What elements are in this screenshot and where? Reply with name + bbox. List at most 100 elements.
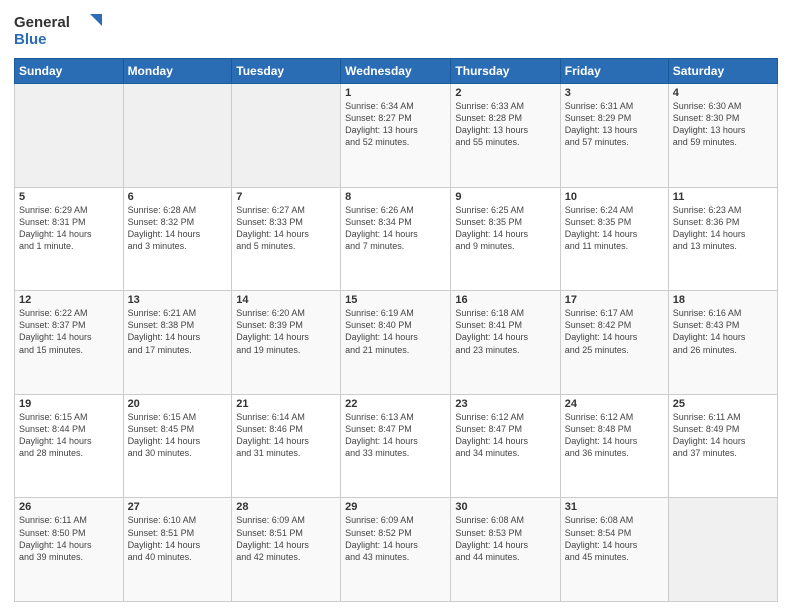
- calendar-cell: [123, 84, 232, 188]
- calendar-cell: 12Sunrise: 6:22 AM Sunset: 8:37 PM Dayli…: [15, 291, 124, 395]
- calendar-cell: 2Sunrise: 6:33 AM Sunset: 8:28 PM Daylig…: [451, 84, 560, 188]
- day-number: 2: [455, 87, 555, 99]
- calendar-cell: 11Sunrise: 6:23 AM Sunset: 8:36 PM Dayli…: [668, 187, 777, 291]
- calendar-cell: 4Sunrise: 6:30 AM Sunset: 8:30 PM Daylig…: [668, 84, 777, 188]
- calendar-cell: 10Sunrise: 6:24 AM Sunset: 8:35 PM Dayli…: [560, 187, 668, 291]
- day-number: 10: [565, 191, 664, 203]
- week-row-1: 5Sunrise: 6:29 AM Sunset: 8:31 PM Daylig…: [15, 187, 778, 291]
- day-number: 26: [19, 501, 119, 513]
- day-number: 3: [565, 87, 664, 99]
- day-number: 30: [455, 501, 555, 513]
- day-info: Sunrise: 6:09 AM Sunset: 8:52 PM Dayligh…: [345, 514, 446, 563]
- day-info: Sunrise: 6:24 AM Sunset: 8:35 PM Dayligh…: [565, 204, 664, 253]
- calendar-cell: 6Sunrise: 6:28 AM Sunset: 8:32 PM Daylig…: [123, 187, 232, 291]
- day-number: 7: [236, 191, 336, 203]
- svg-text:Blue: Blue: [14, 31, 47, 48]
- day-info: Sunrise: 6:15 AM Sunset: 8:44 PM Dayligh…: [19, 411, 119, 460]
- calendar-cell: 28Sunrise: 6:09 AM Sunset: 8:51 PM Dayli…: [232, 498, 341, 602]
- day-number: 20: [128, 398, 228, 410]
- calendar-cell: 18Sunrise: 6:16 AM Sunset: 8:43 PM Dayli…: [668, 291, 777, 395]
- calendar-cell: 25Sunrise: 6:11 AM Sunset: 8:49 PM Dayli…: [668, 394, 777, 498]
- day-number: 1: [345, 87, 446, 99]
- day-info: Sunrise: 6:12 AM Sunset: 8:48 PM Dayligh…: [565, 411, 664, 460]
- weekday-thursday: Thursday: [451, 59, 560, 84]
- day-number: 21: [236, 398, 336, 410]
- calendar-cell: 3Sunrise: 6:31 AM Sunset: 8:29 PM Daylig…: [560, 84, 668, 188]
- calendar-cell: 27Sunrise: 6:10 AM Sunset: 8:51 PM Dayli…: [123, 498, 232, 602]
- day-info: Sunrise: 6:13 AM Sunset: 8:47 PM Dayligh…: [345, 411, 446, 460]
- weekday-saturday: Saturday: [668, 59, 777, 84]
- calendar-cell: [668, 498, 777, 602]
- day-number: 25: [673, 398, 773, 410]
- weekday-wednesday: Wednesday: [341, 59, 451, 84]
- svg-text:General: General: [14, 14, 70, 31]
- day-info: Sunrise: 6:26 AM Sunset: 8:34 PM Dayligh…: [345, 204, 446, 253]
- calendar-cell: 19Sunrise: 6:15 AM Sunset: 8:44 PM Dayli…: [15, 394, 124, 498]
- day-info: Sunrise: 6:34 AM Sunset: 8:27 PM Dayligh…: [345, 100, 446, 149]
- day-number: 11: [673, 191, 773, 203]
- day-number: 28: [236, 501, 336, 513]
- logo-icon: General Blue: [14, 10, 104, 50]
- day-number: 12: [19, 294, 119, 306]
- day-info: Sunrise: 6:18 AM Sunset: 8:41 PM Dayligh…: [455, 307, 555, 356]
- calendar-cell: 9Sunrise: 6:25 AM Sunset: 8:35 PM Daylig…: [451, 187, 560, 291]
- day-info: Sunrise: 6:10 AM Sunset: 8:51 PM Dayligh…: [128, 514, 228, 563]
- week-row-4: 26Sunrise: 6:11 AM Sunset: 8:50 PM Dayli…: [15, 498, 778, 602]
- day-number: 13: [128, 294, 228, 306]
- day-info: Sunrise: 6:21 AM Sunset: 8:38 PM Dayligh…: [128, 307, 228, 356]
- calendar-cell: [15, 84, 124, 188]
- day-info: Sunrise: 6:30 AM Sunset: 8:30 PM Dayligh…: [673, 100, 773, 149]
- calendar-cell: 16Sunrise: 6:18 AM Sunset: 8:41 PM Dayli…: [451, 291, 560, 395]
- calendar-cell: 31Sunrise: 6:08 AM Sunset: 8:54 PM Dayli…: [560, 498, 668, 602]
- day-number: 17: [565, 294, 664, 306]
- calendar-cell: 8Sunrise: 6:26 AM Sunset: 8:34 PM Daylig…: [341, 187, 451, 291]
- calendar-cell: 29Sunrise: 6:09 AM Sunset: 8:52 PM Dayli…: [341, 498, 451, 602]
- day-info: Sunrise: 6:17 AM Sunset: 8:42 PM Dayligh…: [565, 307, 664, 356]
- calendar-cell: [232, 84, 341, 188]
- calendar-cell: 26Sunrise: 6:11 AM Sunset: 8:50 PM Dayli…: [15, 498, 124, 602]
- day-number: 16: [455, 294, 555, 306]
- calendar-cell: 21Sunrise: 6:14 AM Sunset: 8:46 PM Dayli…: [232, 394, 341, 498]
- calendar-cell: 20Sunrise: 6:15 AM Sunset: 8:45 PM Dayli…: [123, 394, 232, 498]
- day-info: Sunrise: 6:08 AM Sunset: 8:54 PM Dayligh…: [565, 514, 664, 563]
- calendar-cell: 30Sunrise: 6:08 AM Sunset: 8:53 PM Dayli…: [451, 498, 560, 602]
- day-info: Sunrise: 6:19 AM Sunset: 8:40 PM Dayligh…: [345, 307, 446, 356]
- calendar-cell: 14Sunrise: 6:20 AM Sunset: 8:39 PM Dayli…: [232, 291, 341, 395]
- weekday-friday: Friday: [560, 59, 668, 84]
- day-number: 15: [345, 294, 446, 306]
- day-info: Sunrise: 6:15 AM Sunset: 8:45 PM Dayligh…: [128, 411, 228, 460]
- weekday-header-row: SundayMondayTuesdayWednesdayThursdayFrid…: [15, 59, 778, 84]
- day-info: Sunrise: 6:33 AM Sunset: 8:28 PM Dayligh…: [455, 100, 555, 149]
- day-info: Sunrise: 6:12 AM Sunset: 8:47 PM Dayligh…: [455, 411, 555, 460]
- day-number: 8: [345, 191, 446, 203]
- weekday-monday: Monday: [123, 59, 232, 84]
- day-number: 19: [19, 398, 119, 410]
- day-number: 24: [565, 398, 664, 410]
- calendar-cell: 22Sunrise: 6:13 AM Sunset: 8:47 PM Dayli…: [341, 394, 451, 498]
- day-number: 9: [455, 191, 555, 203]
- weekday-sunday: Sunday: [15, 59, 124, 84]
- day-info: Sunrise: 6:31 AM Sunset: 8:29 PM Dayligh…: [565, 100, 664, 149]
- day-info: Sunrise: 6:29 AM Sunset: 8:31 PM Dayligh…: [19, 204, 119, 253]
- day-number: 6: [128, 191, 228, 203]
- logo: General Blue: [14, 10, 104, 50]
- calendar-cell: 15Sunrise: 6:19 AM Sunset: 8:40 PM Dayli…: [341, 291, 451, 395]
- calendar-cell: 5Sunrise: 6:29 AM Sunset: 8:31 PM Daylig…: [15, 187, 124, 291]
- calendar-cell: 1Sunrise: 6:34 AM Sunset: 8:27 PM Daylig…: [341, 84, 451, 188]
- calendar-cell: 24Sunrise: 6:12 AM Sunset: 8:48 PM Dayli…: [560, 394, 668, 498]
- week-row-0: 1Sunrise: 6:34 AM Sunset: 8:27 PM Daylig…: [15, 84, 778, 188]
- day-number: 14: [236, 294, 336, 306]
- calendar-cell: 17Sunrise: 6:17 AM Sunset: 8:42 PM Dayli…: [560, 291, 668, 395]
- day-info: Sunrise: 6:20 AM Sunset: 8:39 PM Dayligh…: [236, 307, 336, 356]
- day-info: Sunrise: 6:16 AM Sunset: 8:43 PM Dayligh…: [673, 307, 773, 356]
- week-row-2: 12Sunrise: 6:22 AM Sunset: 8:37 PM Dayli…: [15, 291, 778, 395]
- day-info: Sunrise: 6:27 AM Sunset: 8:33 PM Dayligh…: [236, 204, 336, 253]
- day-info: Sunrise: 6:11 AM Sunset: 8:49 PM Dayligh…: [673, 411, 773, 460]
- calendar-cell: 23Sunrise: 6:12 AM Sunset: 8:47 PM Dayli…: [451, 394, 560, 498]
- calendar-cell: 13Sunrise: 6:21 AM Sunset: 8:38 PM Dayli…: [123, 291, 232, 395]
- day-info: Sunrise: 6:08 AM Sunset: 8:53 PM Dayligh…: [455, 514, 555, 563]
- day-info: Sunrise: 6:28 AM Sunset: 8:32 PM Dayligh…: [128, 204, 228, 253]
- weekday-tuesday: Tuesday: [232, 59, 341, 84]
- day-info: Sunrise: 6:22 AM Sunset: 8:37 PM Dayligh…: [19, 307, 119, 356]
- day-info: Sunrise: 6:14 AM Sunset: 8:46 PM Dayligh…: [236, 411, 336, 460]
